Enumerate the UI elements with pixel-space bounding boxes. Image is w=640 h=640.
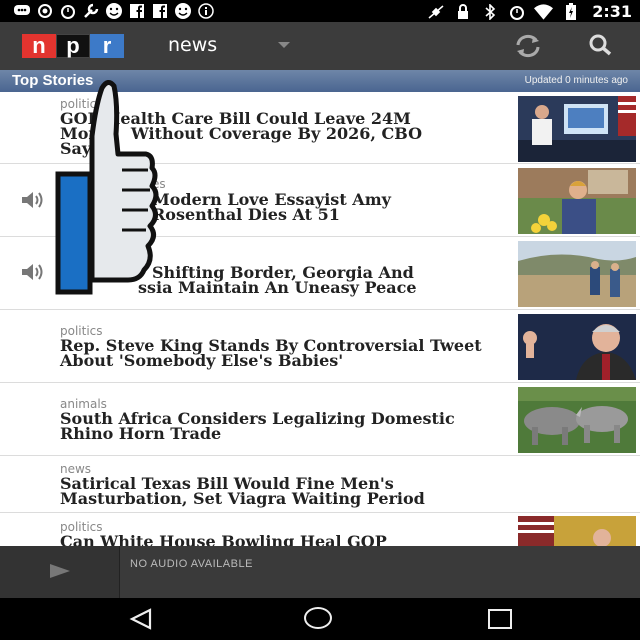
search-icon[interactable] (588, 34, 614, 58)
facebook-icon (127, 2, 146, 20)
player-status: NO AUDIO AVAILABLE (130, 558, 253, 570)
bluetooth-icon (480, 3, 499, 21)
list-item[interactable]: animals South Africa Considers Legalizin… (0, 383, 640, 456)
info-icon (196, 2, 215, 20)
thumbs-up-icon (50, 74, 170, 300)
lock-icon (453, 3, 472, 21)
dropdown-caret-icon[interactable] (278, 42, 290, 48)
camera-icon (35, 2, 54, 20)
headline-fragment: Without Coverage By 2026, CBO (130, 124, 423, 143)
speaker-icon[interactable] (20, 263, 46, 281)
smiley-icon (173, 2, 192, 20)
back-button[interactable] (128, 608, 154, 635)
app-bar: n p r news (0, 22, 640, 70)
home-button[interactable] (304, 607, 332, 629)
wrench-icon (81, 2, 100, 20)
story-headline: Rep. Steve King Stands By Controversial … (60, 336, 482, 370)
audio-player-bar: NO AUDIO AVAILABLE (0, 546, 640, 598)
notification-icons (12, 2, 215, 20)
story-thumbnail (518, 241, 636, 307)
list-item[interactable]: politics Rep. Steve King Stands By Contr… (0, 310, 640, 383)
story-thumbnail (518, 314, 636, 380)
story-thumbnail (518, 96, 636, 162)
play-icon (50, 564, 70, 578)
story-headline: South Africa Considers Legalizing Domest… (60, 409, 455, 443)
story-thumbnail (518, 387, 636, 453)
headline-line: ssia Maintain An Uneasy Peace (138, 278, 417, 297)
message-icon (12, 2, 31, 20)
alarm-icon (58, 2, 77, 20)
satellite-icon (426, 3, 445, 21)
section-selector[interactable]: news (168, 34, 217, 56)
smiley-icon (104, 2, 123, 20)
updated-timestamp: Updated 0 minutes ago (524, 75, 628, 86)
story-headline: Modern Love Essayist Amy Rosenthal Dies … (152, 192, 512, 224)
play-button[interactable] (0, 546, 120, 598)
wifi-icon (534, 3, 554, 21)
speaker-icon[interactable] (20, 191, 46, 209)
battery-icon (561, 2, 580, 21)
npr-logo[interactable]: n p r (22, 33, 124, 58)
headline-line: Rosenthal Dies At 51 (152, 205, 340, 224)
story-headline: Satirical Texas Bill Would Fine Men's Ma… (60, 474, 425, 508)
logo-letter-p: p (56, 33, 90, 58)
story-thumbnail (518, 168, 636, 234)
recent-apps-button[interactable] (488, 609, 512, 629)
alarm-icon (507, 3, 526, 21)
status-bar: 2:31 (0, 0, 640, 22)
refresh-icon[interactable] (512, 33, 544, 59)
system-icons: 2:31 (426, 2, 632, 21)
logo-letter-n: n (22, 33, 56, 58)
logo-letter-r: r (90, 33, 124, 58)
facebook-icon (150, 2, 169, 20)
story-headline: Shifting Border, Georgia And ssia Mainta… (138, 265, 512, 296)
list-item[interactable]: news Satirical Texas Bill Would Fine Men… (0, 456, 640, 513)
clock: 2:31 (592, 2, 632, 21)
system-nav-bar (0, 598, 640, 640)
